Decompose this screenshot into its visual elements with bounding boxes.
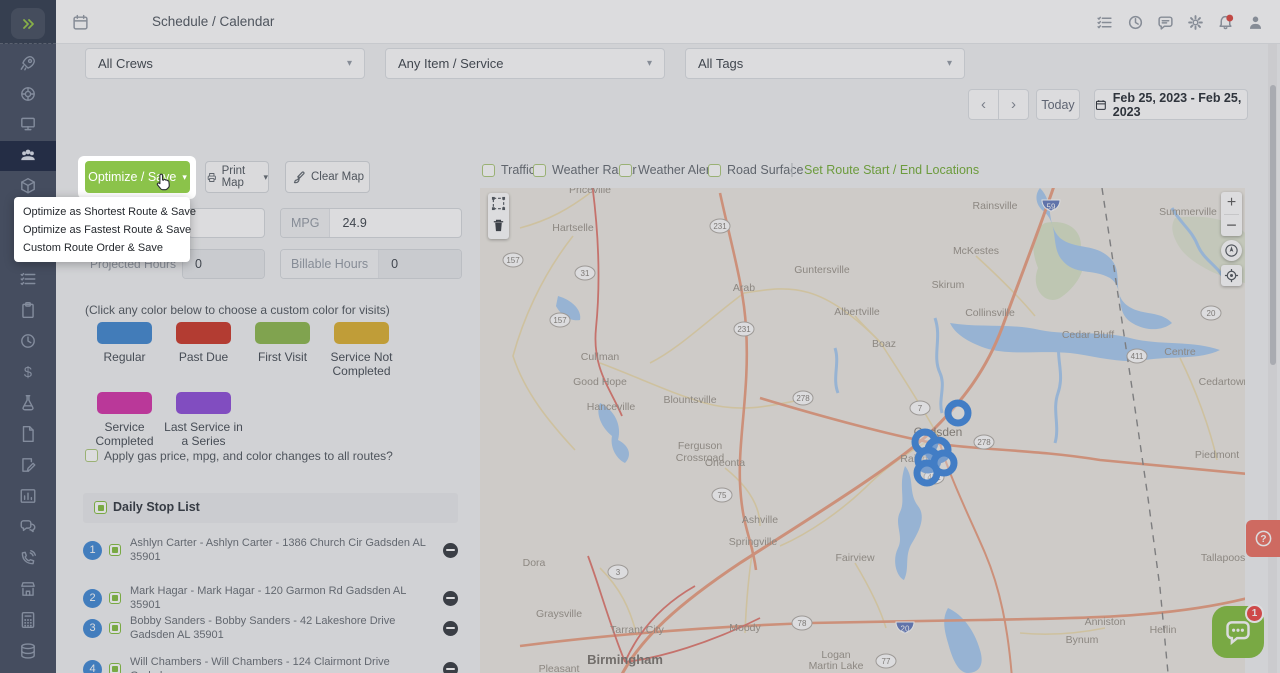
optimize-menu: Optimize as Shortest Route & SaveOptimiz…	[14, 197, 190, 262]
optimize-menu-item-3[interactable]: Custom Route Order & Save	[14, 238, 190, 256]
hand-cursor	[153, 172, 173, 192]
optimize-menu-item-2[interactable]: Optimize as Fastest Route & Save	[14, 220, 190, 238]
optimize-menu-item-1[interactable]: Optimize as Shortest Route & Save	[14, 202, 190, 220]
chevron-down-icon: ▾	[182, 172, 187, 183]
app-window: $ Schedule / Calendar All Crews▾ Any Ite…	[0, 0, 1280, 673]
optimize-save-button[interactable]: Optimize / Save ▾	[85, 161, 190, 193]
page-dim-overlay	[0, 0, 1280, 673]
